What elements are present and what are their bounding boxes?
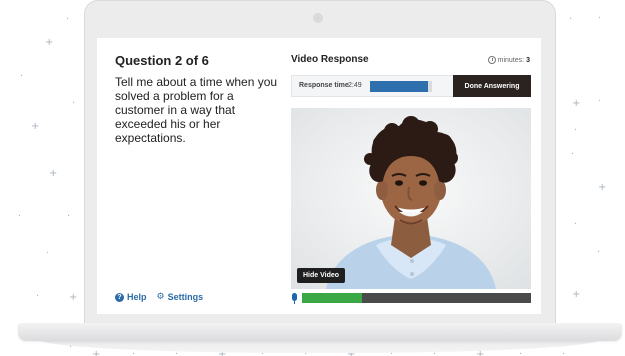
background-dot: · (18, 211, 22, 222)
audio-level-row (291, 293, 531, 304)
question-text: Tell me about a time when you solved a p… (115, 75, 278, 145)
background-dot: · (132, 349, 136, 356)
background-dot: · (72, 98, 76, 109)
background-dot: · (574, 219, 578, 230)
background-dot: · (67, 211, 71, 222)
background-dot: + (92, 349, 101, 356)
settings-link[interactable]: ⚙ Settings (157, 292, 204, 302)
background-dot: · (598, 13, 602, 24)
minutes-indicator: minutes: 3 (487, 56, 530, 64)
background-dot: · (597, 247, 601, 258)
background-dot: + (69, 292, 78, 303)
background-dot: · (36, 291, 40, 302)
background-dot: · (574, 125, 578, 136)
laptop-mockup-scene: +··+··+··+··+··+··+··+··+··+··+··+·· Que… (0, 0, 625, 356)
background-dot: · (519, 349, 523, 356)
done-answering-button[interactable]: Done Answering (453, 75, 531, 97)
background-dot: + (572, 98, 581, 109)
audio-level-meter (302, 293, 531, 303)
help-label: Help (127, 292, 147, 302)
response-time-label: Response time (299, 82, 349, 89)
background-dot: · (562, 349, 566, 356)
help-icon: ? (115, 292, 124, 302)
background-dot: + (598, 182, 607, 193)
laptop-base (18, 323, 622, 341)
question-title: Question 2 of 6 (115, 53, 209, 68)
microphone-icon (292, 293, 297, 304)
response-time-value: 2:49 (348, 82, 362, 89)
background-dot: · (569, 14, 573, 25)
response-time-progress-fill (370, 81, 428, 92)
background-dot: + (49, 168, 58, 179)
background-dot: + (31, 121, 40, 132)
background-dot: + (572, 289, 581, 300)
clock-icon (487, 56, 496, 64)
interview-screen: Question 2 of 6 Tell me about a time whe… (97, 38, 541, 314)
gear-icon: ⚙ (156, 292, 165, 302)
video-preview: Hide Video (291, 108, 531, 289)
hide-video-button[interactable]: Hide Video (297, 268, 346, 283)
video-person-image (291, 108, 531, 289)
settings-label: Settings (167, 292, 204, 302)
help-link[interactable]: ? Help (115, 292, 147, 302)
background-dot: · (66, 14, 70, 25)
background-dot: · (571, 149, 575, 160)
background-dot: + (45, 37, 54, 48)
background-dot: · (20, 71, 24, 82)
background-dot: · (46, 248, 50, 259)
footer-links: ? Help ⚙ Settings (115, 292, 203, 302)
video-response-title: Video Response (291, 54, 369, 65)
background-dot: · (598, 96, 602, 107)
audio-level-fill (302, 293, 362, 303)
webcam-dot (313, 13, 323, 23)
minutes-label: minutes: (497, 56, 525, 64)
minutes-value: 3 (526, 56, 530, 64)
response-time-progress (370, 81, 432, 92)
response-time-bar: Response time 2:49 Done Answering (291, 75, 531, 97)
